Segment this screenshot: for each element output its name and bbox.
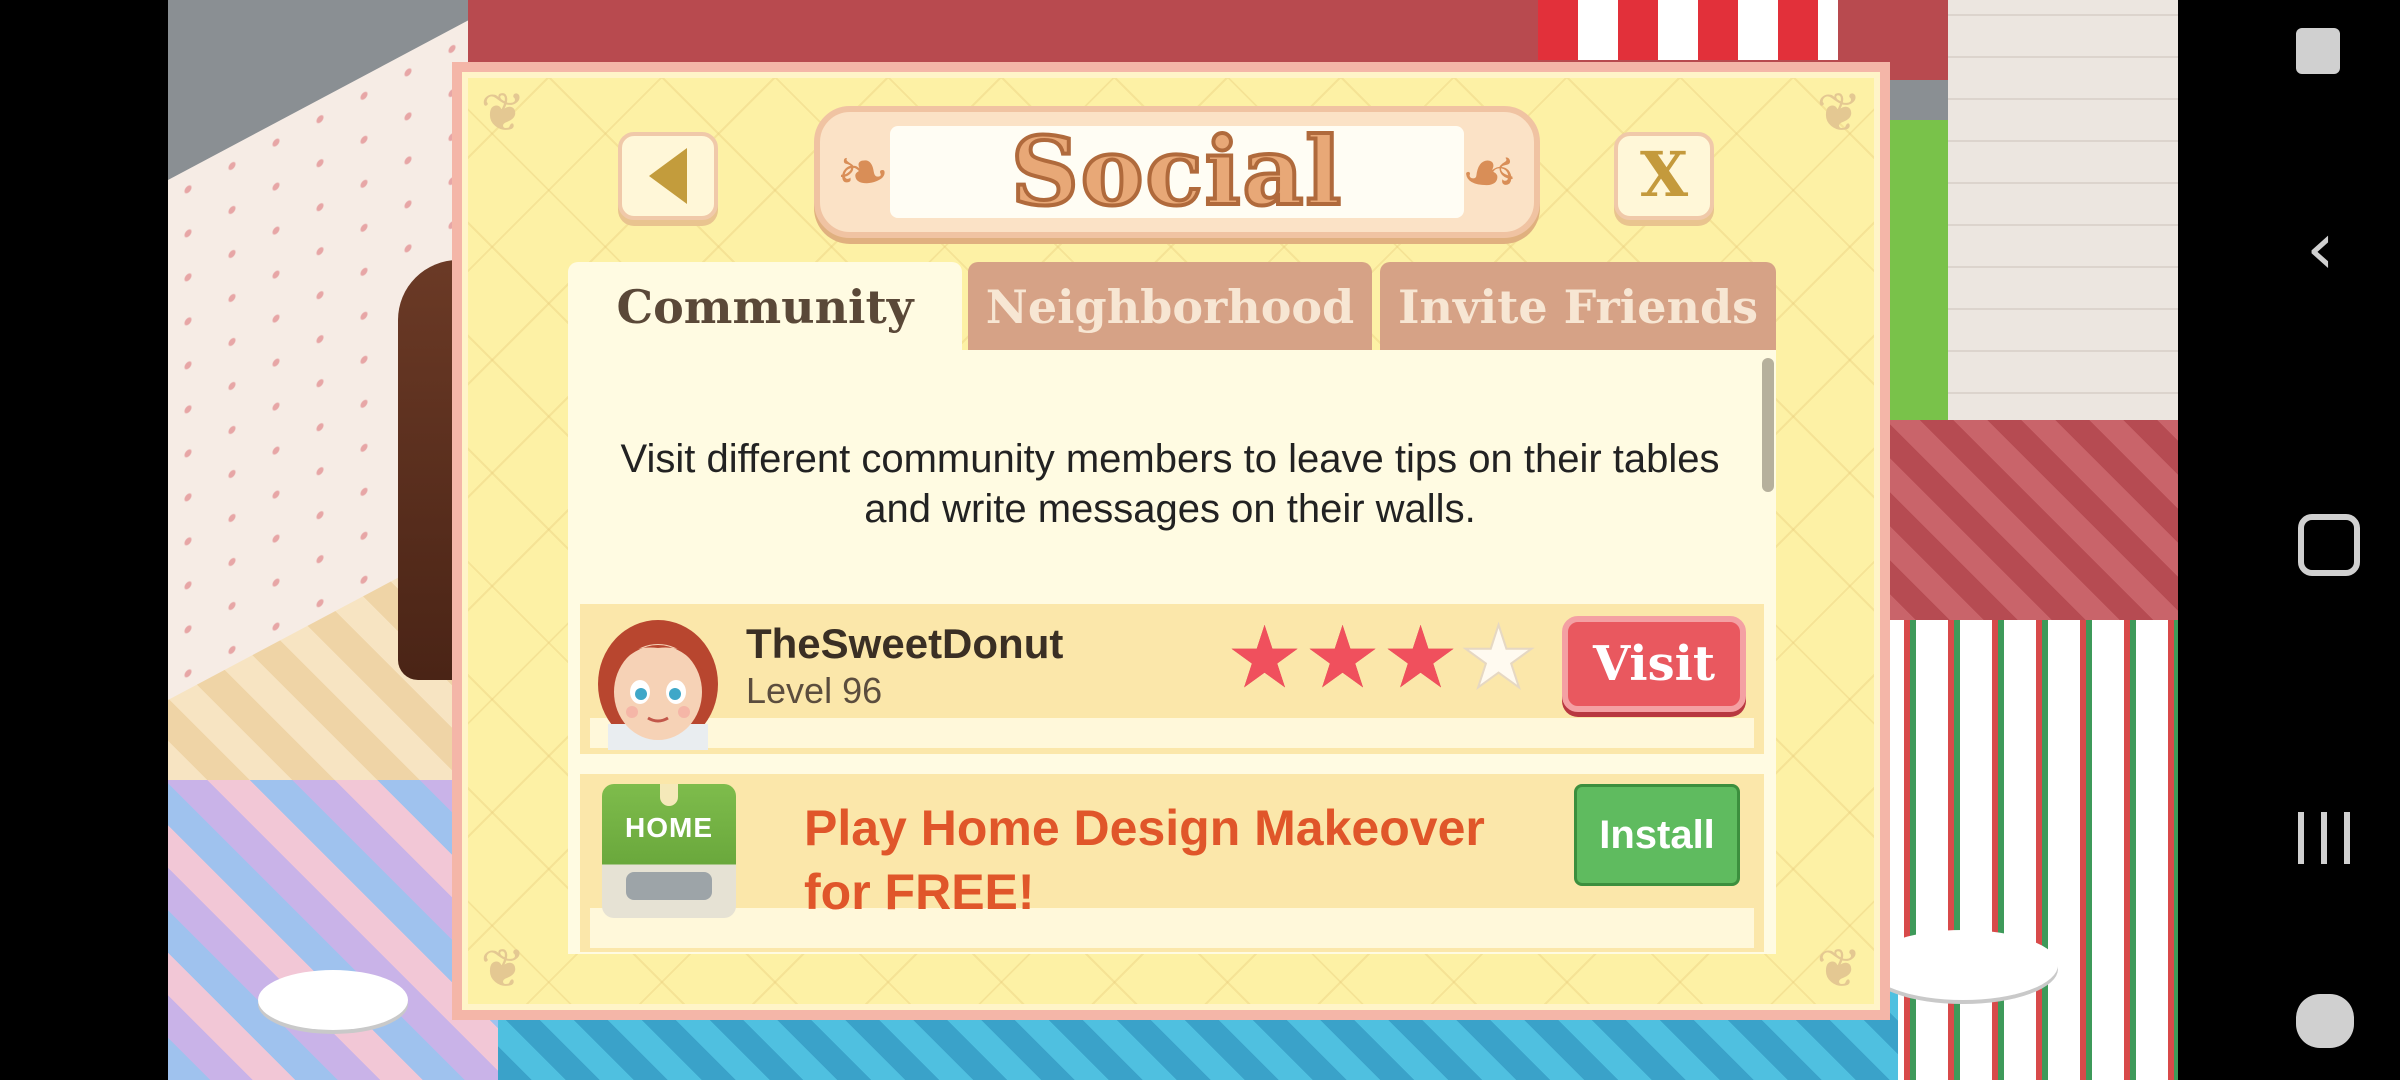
back-icon[interactable]: ‹ bbox=[2306, 206, 2335, 290]
food-plate bbox=[258, 970, 408, 1030]
install-button[interactable]: Install bbox=[1574, 784, 1740, 886]
panel-scrollbar[interactable] bbox=[1762, 358, 1774, 492]
corner-ornament-icon: ❦ bbox=[480, 937, 526, 1000]
corner-ornament-icon: ❦ bbox=[1816, 81, 1862, 144]
intro-text: Visit different community members to lea… bbox=[620, 437, 1720, 531]
game-tools-icon[interactable] bbox=[2296, 994, 2354, 1048]
screen-pin-icon[interactable] bbox=[2296, 28, 2340, 74]
dialog-title: Social bbox=[1009, 115, 1344, 229]
previous-button[interactable] bbox=[618, 132, 718, 220]
app-icon-text: HOME bbox=[625, 812, 713, 843]
home-design-app-icon[interactable]: HOME bbox=[602, 784, 736, 918]
neighbor-shop bbox=[1888, 620, 2178, 1080]
corner-ornament-icon: ❦ bbox=[480, 81, 526, 144]
shop-awning bbox=[1538, 0, 1838, 60]
star-filled-icon: ★ bbox=[1226, 608, 1304, 708]
title-plaque: ❧ ☙ Social bbox=[814, 106, 1540, 238]
tab-neighborhood[interactable]: Neighborhood bbox=[968, 262, 1372, 352]
visit-button[interactable]: Visit bbox=[1562, 616, 1746, 712]
member-level: Level 96 bbox=[746, 670, 883, 711]
tab-community[interactable]: Community bbox=[568, 262, 962, 352]
recents-icon[interactable] bbox=[2298, 812, 2350, 864]
home-icon[interactable] bbox=[2298, 514, 2360, 576]
corner-ornament-icon: ❦ bbox=[1816, 937, 1862, 1000]
star-filled-icon: ★ bbox=[1304, 608, 1382, 708]
tab-invite-friends[interactable]: Invite Friends bbox=[1380, 262, 1776, 352]
member-name: TheSweetDonut bbox=[746, 620, 1064, 667]
star-filled-icon: ★ bbox=[1382, 608, 1460, 708]
arrow-left-icon bbox=[649, 148, 687, 204]
star-empty-icon: ★ bbox=[1459, 608, 1538, 708]
food-plate bbox=[1868, 930, 2058, 1000]
system-nav-bar bbox=[2178, 0, 2400, 1080]
sofa-icon bbox=[626, 872, 712, 900]
close-button[interactable]: X bbox=[1614, 132, 1714, 220]
ad-text[interactable]: Play Home Design Makeover for FREE! bbox=[804, 796, 1564, 924]
street-right bbox=[1868, 420, 2178, 640]
avatar[interactable] bbox=[594, 614, 722, 750]
